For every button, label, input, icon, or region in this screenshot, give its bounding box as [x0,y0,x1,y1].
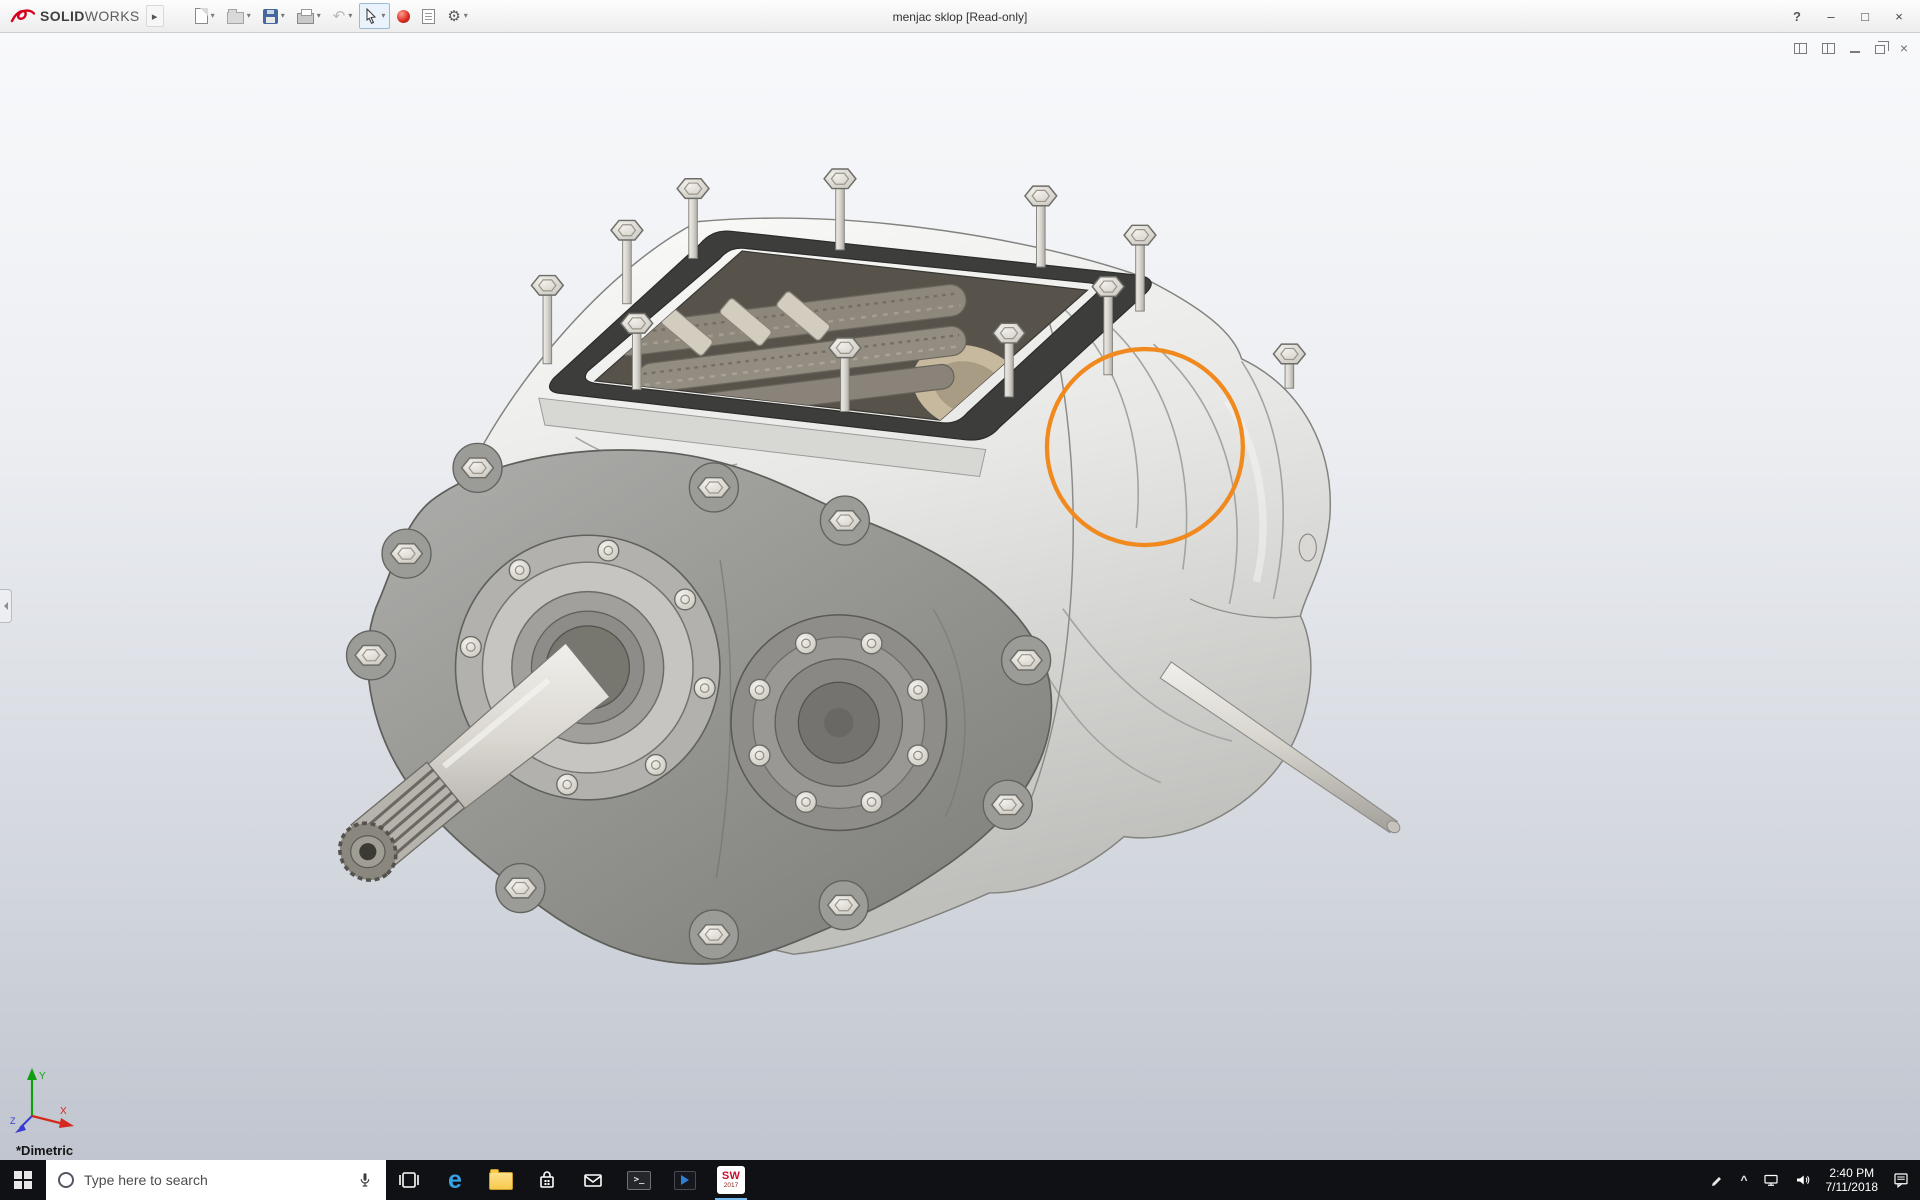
appearance-button[interactable] [392,3,415,29]
task-view-button[interactable] [386,1160,432,1200]
solidworks-window: SOLIDWORKS ▸ ▾ ▾ ▾ ▾ ↶ ▾ ▾ ⚙ ▾ menjac sk… [0,0,1920,1200]
search-input[interactable] [84,1172,346,1188]
store-button[interactable] [524,1160,570,1200]
undo-icon: ↶ [332,7,346,25]
dropdown-arrow-icon: ▾ [280,11,285,20]
doc-restore-icon[interactable] [1874,40,1889,54]
store-bag-icon [540,1171,554,1188]
pen-icon[interactable] [1710,1172,1726,1188]
main-toolbar: ▾ ▾ ▾ ▾ ↶ ▾ ▾ ⚙ ▾ [190,3,473,29]
network-icon[interactable] [1762,1171,1780,1189]
mail-envelope-icon [584,1174,602,1187]
volume-icon[interactable] [1794,1171,1812,1189]
dropdown-arrow-icon: ▾ [463,11,468,20]
x-axis-label: X [60,1106,67,1117]
graphics-viewport[interactable]: × Y X Z *Dimetric [0,33,1920,1160]
print-button[interactable]: ▾ [292,3,326,29]
open-button[interactable]: ▾ [222,3,256,29]
side-cover [730,614,948,832]
dropdown-arrow-icon: ▾ [381,11,386,20]
menu-expand-button[interactable]: ▸ [145,5,164,27]
window-pane-icon[interactable] [1821,42,1835,54]
close-button[interactable]: × [1882,0,1916,32]
edge-icon: e [448,1165,462,1194]
cortana-icon [58,1172,74,1188]
doc-close-icon[interactable]: × [1900,41,1908,55]
start-button[interactable] [0,1160,46,1200]
taskbar: e >_ SW 2017 [0,1160,1920,1200]
open-folder-icon [226,8,244,24]
titlebar: SOLIDWORKS ▸ ▾ ▾ ▾ ▾ ↶ ▾ ▾ ⚙ ▾ menjac sk… [0,0,1920,33]
y-axis-arrow [27,1068,37,1080]
microphone-icon[interactable] [356,1171,374,1189]
media-app-button[interactable] [662,1160,708,1200]
gearbox-3d-model[interactable] [0,33,1920,1160]
doc-minimize-icon[interactable] [1849,43,1860,53]
clock-time: 2:40 PM [1829,1166,1875,1180]
solidworks-logo: SOLIDWORKS [4,7,146,25]
print-icon [296,8,314,24]
document-window-controls: × [1793,40,1908,55]
dassault-logo-icon [10,9,36,23]
z-axis-arrow [15,1124,26,1133]
media-app-icon [674,1170,696,1190]
select-tool-button[interactable]: ▾ [359,3,391,29]
edge-button[interactable]: e [432,1160,478,1200]
taskbar-search[interactable] [46,1160,386,1200]
solidworks-app-icon: SW 2017 [717,1166,745,1194]
task-view-icon [399,1172,419,1188]
dropdown-arrow-icon: ▾ [348,11,353,20]
dropdown-arrow-icon: ▾ [246,11,251,20]
appearance-sphere-icon [397,9,411,23]
window-pane-icon[interactable] [1793,42,1807,54]
minimize-button[interactable]: – [1814,0,1848,32]
window-controls: ? – □ × [1780,0,1916,32]
dropdown-arrow-icon: ▾ [210,11,215,20]
file-explorer-button[interactable] [478,1160,524,1200]
help-button[interactable]: ? [1780,0,1814,32]
y-axis-label: Y [39,1071,46,1082]
solidworks-taskbar-button[interactable]: SW 2017 [708,1160,754,1200]
console-button[interactable]: >_ [616,1160,662,1200]
new-document-icon [194,8,208,24]
document-report-icon [422,8,436,24]
taskbar-clock[interactable]: 2:40 PM 7/11/2018 [1826,1166,1879,1194]
options-button[interactable]: ⚙ ▾ [442,3,472,29]
panel-collapse-tab[interactable] [0,589,12,623]
z-axis-label: Z [10,1116,16,1126]
system-tray: ^ 2:40 PM 7/11/2018 [1702,1160,1920,1200]
console-icon: >_ [627,1170,651,1190]
new-document-button[interactable]: ▾ [190,3,220,29]
undo-button[interactable]: ↶ ▾ [328,3,358,29]
hidden-icons-button[interactable]: ^ [1740,1173,1747,1187]
clock-date: 7/11/2018 [1825,1180,1879,1194]
folder-icon [489,1169,513,1190]
gear-icon: ⚙ [447,7,461,25]
view-orientation-label: *Dimetric [16,1143,74,1158]
brand-text: SOLIDWORKS [40,8,140,24]
windows-logo-icon [14,1171,32,1189]
mail-button[interactable] [570,1160,616,1200]
save-icon [262,8,278,24]
orientation-triad: Y X Z [10,1068,74,1133]
cursor-icon [366,8,377,24]
maximize-button[interactable]: □ [1848,0,1882,32]
x-axis-arrow [59,1118,74,1128]
report-button[interactable] [417,3,440,29]
action-center-button[interactable] [1892,1171,1910,1189]
save-button[interactable]: ▾ [258,3,290,29]
dropdown-arrow-icon: ▾ [316,11,321,20]
